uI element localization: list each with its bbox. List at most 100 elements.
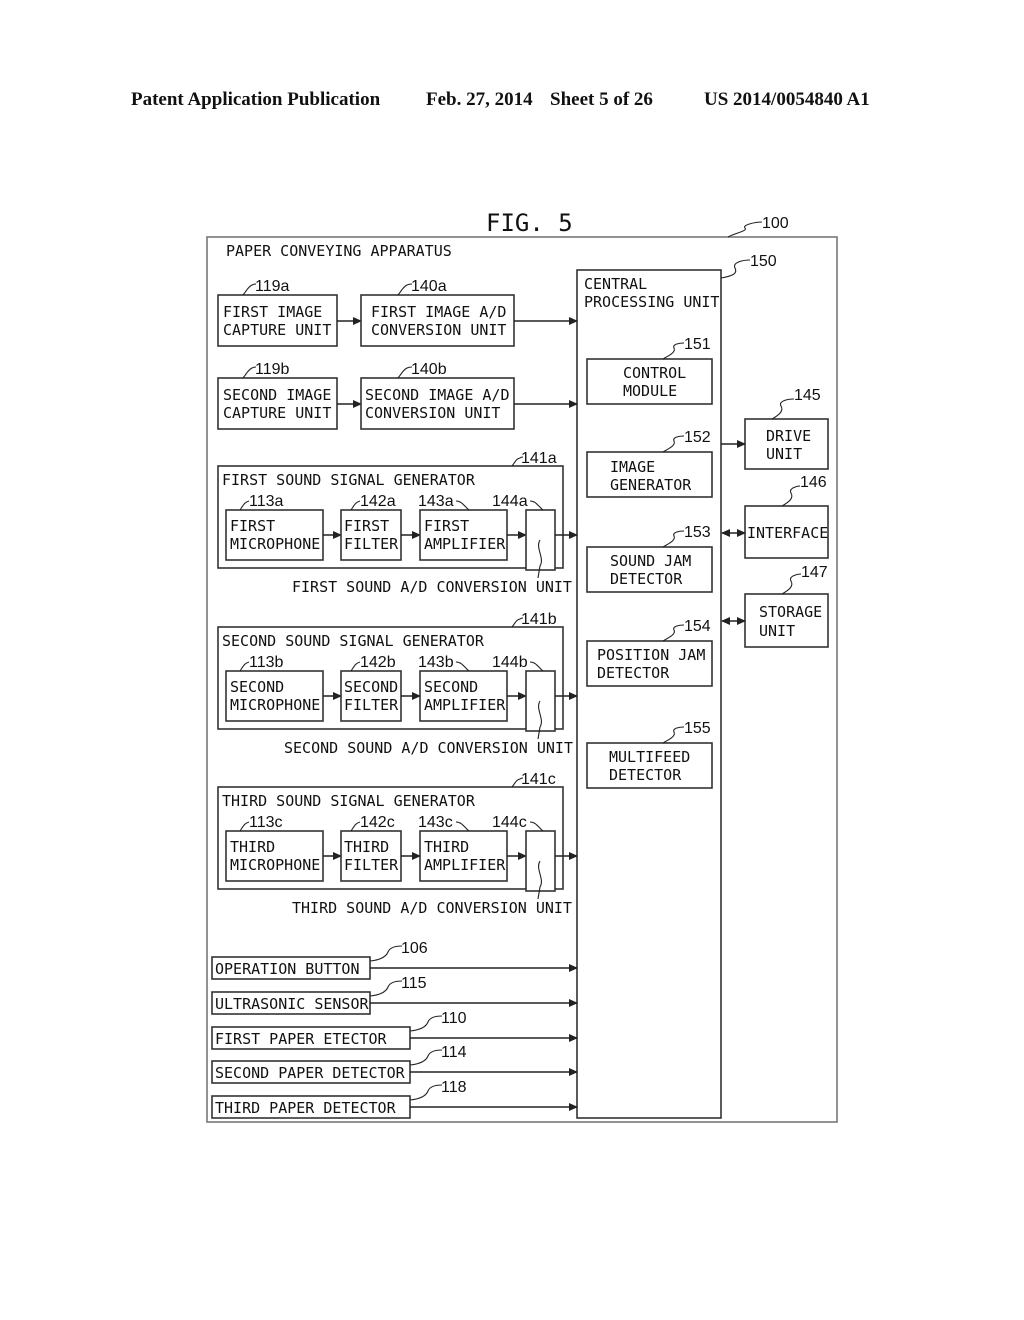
box-label: FIRST IMAGE A/D [371,303,506,321]
box-label: AMPLIFIER [424,535,506,553]
ref-filter: 142c [360,814,395,831]
generator-title: SECOND SOUND SIGNAL GENERATOR [222,632,485,650]
module-label: SOUND JAM [610,552,691,570]
box-label: MICROPHONE [230,696,320,714]
ref-140b: 140b [411,361,447,378]
box-label: SECOND IMAGE [223,386,331,404]
ref-leader [409,1015,443,1032]
peripheral-label: UNIT [766,445,802,463]
ref-119a: 119a [255,278,290,295]
box-label: FILTER [344,856,399,874]
ref-146: 146 [800,474,827,491]
ref-leader [369,945,403,962]
box-label: MICROPHONE [230,535,320,553]
sound-ad-label: FIRST SOUND A/D CONVERSION UNIT [292,578,572,596]
generator-title: THIRD SOUND SIGNAL GENERATOR [222,792,476,810]
module-label: GENERATOR [610,476,692,494]
box-label: THIRD [424,838,469,856]
ref-input: 110 [441,1010,467,1027]
box-label: AMPLIFIER [424,856,506,874]
ref-leader [397,366,413,379]
box-label: AMPLIFIER [424,696,506,714]
ref-leader [771,398,795,420]
ref-leader [369,980,403,997]
apparatus-label: PAPER CONVEYING APPARATUS [226,242,452,260]
ref-sound-ad: 144a [492,493,528,510]
peripheral-interface: INTERFACE 146 [721,474,829,559]
input-sensor-118: THIRD PAPER DETECTOR 118 [211,1079,578,1119]
box-label: MICROPHONE [230,856,320,874]
sound-ad-box [525,509,556,571]
ref-150: 150 [750,253,777,270]
sound-signal-generator-3: THIRD SOUND SIGNAL GENERATOR141cTHIRDMIC… [217,771,578,917]
module-label: MODULE [623,382,677,400]
box-label: SECOND IMAGE A/D [365,386,510,404]
peripheral-drive-unit: DRIVE UNIT 145 [721,387,829,470]
sound-ad-label: SECOND SOUND A/D CONVERSION UNIT [284,739,573,757]
ref-152: 152 [684,429,711,446]
input-label: OPERATION BUTTON [215,960,360,978]
ref-leader [727,221,763,238]
ref-input: 118 [441,1079,467,1096]
figure-title: FIG. 5 [486,209,573,237]
box-label: FIRST [230,517,275,535]
ref-leader [781,485,801,507]
sound-signal-generator-2: SECOND SOUND SIGNAL GENERATOR141bSECONDM… [217,611,578,757]
ref-100: 100 [762,215,789,232]
module-label: CONTROL [623,364,686,382]
ref-sound-ad: 144b [492,654,528,671]
peripheral-storage-unit: STORAGE UNIT 147 [721,564,829,648]
peripheral-label: DRIVE [766,427,811,445]
ref-microphone: 113c [249,814,283,831]
ref-154: 154 [684,618,711,635]
generator-title: FIRST SOUND SIGNAL GENERATOR [222,471,476,489]
sound-ad-box [525,670,556,732]
ref-input: 106 [401,940,428,957]
ref-151: 151 [684,336,711,353]
box-label: THIRD [230,838,275,856]
ref-filter: 142b [360,654,396,671]
module-label: MULTIFEED [609,748,690,766]
ref-generator: 141b [521,611,557,628]
input-sensor-114: SECOND PAPER DETECTOR 114 [211,1044,578,1084]
box-label: CAPTURE UNIT [223,321,331,339]
block-diagram: FIG. 5 PAPER CONVEYING APPARATUS 100 CEN… [206,209,838,1123]
input-label: SECOND PAPER DETECTOR [215,1064,406,1082]
ref-microphone: 113b [249,654,284,671]
input-sensor-115: ULTRASONIC SENSOR 115 [211,975,578,1015]
module-label: DETECTOR [609,766,682,784]
module-label: DETECTOR [597,664,670,682]
box-label: FIRST [424,517,469,535]
input-sensor-106: OPERATION BUTTON 106 [211,940,578,980]
box-label: SECOND [230,678,284,696]
box-label: FIRST [344,517,389,535]
sound-ad-box [525,830,556,892]
box-label: CAPTURE UNIT [223,404,331,422]
peripheral-label: INTERFACE [747,524,828,542]
peripheral-label: STORAGE [759,603,822,621]
ref-filter: 142a [360,493,396,510]
box-label: THIRD [344,838,389,856]
ref-140a: 140a [411,278,447,295]
box-label: FILTER [344,535,399,553]
box-label: FILTER [344,696,399,714]
input-sensor-110: FIRST PAPER ETECTOR 110 [211,1010,578,1050]
input-label: FIRST PAPER ETECTOR [215,1030,388,1048]
module-label: IMAGE [610,458,655,476]
ref-microphone: 113a [249,493,284,510]
box-label: SECOND [344,678,398,696]
ref-leader [781,573,802,595]
ref-amplifier: 143c [418,814,453,831]
ref-145: 145 [794,387,821,404]
ref-147: 147 [801,564,828,581]
image-chain-second: SECOND IMAGE CAPTURE UNIT 119b SECOND IM… [217,361,578,430]
ref-amplifier: 143a [418,493,454,510]
ref-119b: 119b [255,361,290,378]
cpu-label-2: PROCESSING UNIT [584,293,719,311]
ref-generator: 141c [521,771,556,788]
ref-sound-ad: 144c [492,814,527,831]
ref-leader [409,1084,443,1101]
box-label: CONVERSION UNIT [371,321,506,339]
sound-signal-generator-1: FIRST SOUND SIGNAL GENERATOR141aFIRSTMIC… [217,450,578,596]
image-chain-first: FIRST IMAGE CAPTURE UNIT 119a FIRST IMAG… [217,278,578,347]
